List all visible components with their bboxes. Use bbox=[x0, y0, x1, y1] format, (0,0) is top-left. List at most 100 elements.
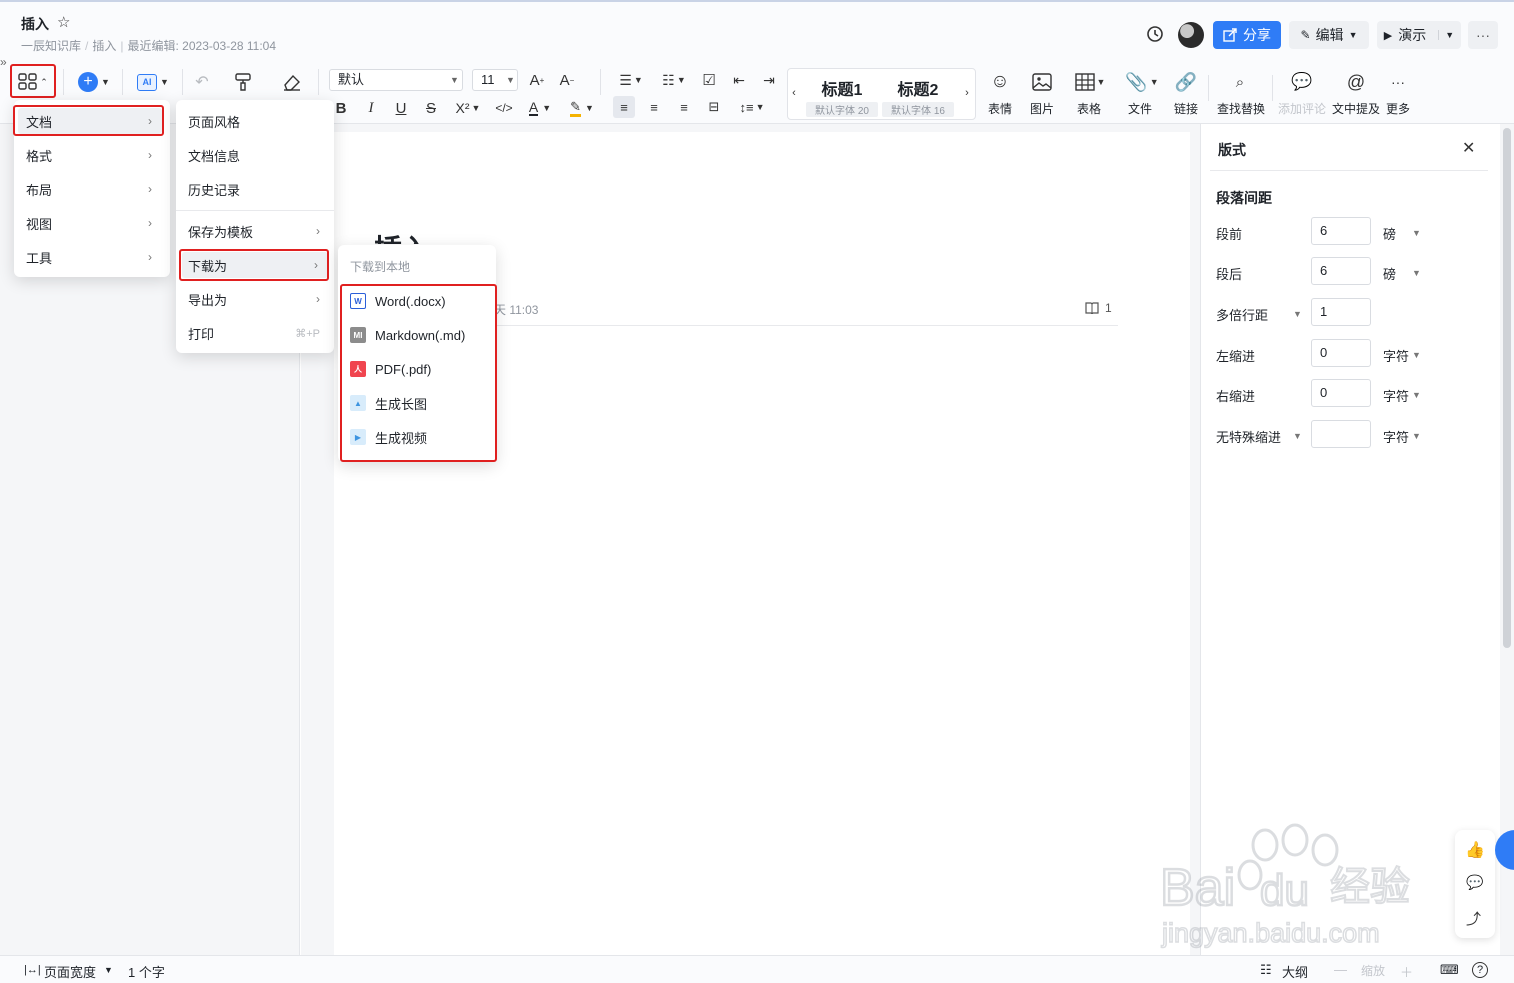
bold-button[interactable]: B bbox=[332, 98, 350, 118]
chevron-down-icon[interactable]: ▼ bbox=[104, 965, 113, 975]
justify-button[interactable]: ⊟ bbox=[703, 96, 725, 118]
chevron-down-icon[interactable]: ▼ bbox=[1412, 268, 1421, 278]
numbered-list-icon[interactable]: ☷ ▼ bbox=[656, 70, 692, 90]
more-label[interactable]: 更多 bbox=[1386, 100, 1410, 117]
table-label[interactable]: 表格 bbox=[1077, 100, 1101, 117]
zoom-out-icon[interactable]: — bbox=[1334, 962, 1347, 977]
chevron-down-icon[interactable]: ▼ bbox=[1412, 390, 1421, 400]
font-family-select[interactable]: 默认 bbox=[329, 69, 463, 91]
share-link-icon[interactable]: ⤴ bbox=[1466, 908, 1481, 929]
chevron-down-icon[interactable]: ▼ bbox=[1412, 350, 1421, 360]
avatar[interactable] bbox=[1178, 22, 1204, 48]
font-color-button[interactable]: A ▼ bbox=[524, 98, 556, 118]
find-replace-icon[interactable]: ⌕ bbox=[1228, 70, 1252, 94]
right-indent-unit[interactable]: 字符 bbox=[1383, 386, 1409, 405]
special-indent-unit[interactable]: 字符 bbox=[1383, 427, 1409, 446]
align-left-button[interactable]: ≡ bbox=[613, 96, 635, 118]
special-indent-label[interactable]: 无特殊缩进 bbox=[1216, 427, 1281, 446]
space-before-input[interactable]: 6 bbox=[1311, 217, 1371, 245]
menu-item-history[interactable]: 历史记录 bbox=[180, 176, 330, 202]
page-width-icon[interactable]: |↔| bbox=[24, 964, 41, 976]
present-button[interactable]: ▶ 演示 ▼ bbox=[1377, 21, 1461, 49]
table-icon[interactable]: ▼ bbox=[1072, 70, 1108, 94]
chevron-left-icon[interactable]: ‹ bbox=[789, 85, 799, 101]
menu-item-doc-info[interactable]: 文档信息 bbox=[180, 142, 330, 168]
menu-item-page-style[interactable]: 页面风格 bbox=[180, 108, 330, 134]
image-label[interactable]: 图片 bbox=[1030, 100, 1054, 117]
superscript-button[interactable]: X² ▼ bbox=[451, 98, 485, 118]
chevron-right-icon[interactable]: › bbox=[962, 85, 972, 101]
heading2-style[interactable]: 标题2 默认字体 16 bbox=[882, 76, 954, 117]
attachment-icon[interactable]: 📎 ▼ bbox=[1124, 70, 1160, 94]
bullet-list-icon[interactable]: ☰ ▼ bbox=[613, 70, 649, 90]
outdent-icon[interactable]: ⇤ bbox=[729, 70, 749, 90]
italic-button[interactable]: I bbox=[362, 98, 380, 118]
format-painter-icon[interactable] bbox=[230, 70, 256, 94]
breadcrumb-doc[interactable]: 插入 bbox=[92, 39, 116, 53]
doc-heading[interactable]: 插入 bbox=[374, 228, 430, 244]
menu-item-save-template[interactable]: 保存为模板 › bbox=[180, 218, 330, 244]
outline-toggle[interactable]: 大纲 bbox=[1282, 962, 1308, 981]
emoji-label[interactable]: 表情 bbox=[988, 100, 1012, 117]
strikethrough-button[interactable]: S bbox=[422, 98, 440, 118]
more-icon[interactable]: ··· bbox=[1386, 70, 1410, 94]
checklist-icon[interactable]: ☑ bbox=[699, 70, 719, 90]
code-button[interactable]: </> bbox=[492, 98, 516, 118]
decrease-font-icon[interactable]: A − bbox=[557, 69, 577, 91]
line-spacing-button[interactable]: ↕≡ ▼ bbox=[735, 96, 769, 118]
space-after-input[interactable]: 6 bbox=[1311, 257, 1371, 285]
chevron-down-icon[interactable]: ▼ bbox=[1293, 309, 1302, 319]
left-indent-unit[interactable]: 字符 bbox=[1383, 346, 1409, 365]
history-icon[interactable] bbox=[1145, 24, 1165, 44]
add-comment-label[interactable]: 添加评论 bbox=[1278, 100, 1326, 117]
zoom-in-icon[interactable]: ＋ bbox=[1400, 962, 1413, 981]
eraser-icon[interactable] bbox=[279, 70, 305, 94]
line-spacing-input[interactable]: 1 bbox=[1311, 298, 1371, 326]
breadcrumb-library[interactable]: 一辰知识库 bbox=[21, 39, 81, 53]
insert-plus-icon[interactable]: + ▼ bbox=[76, 70, 112, 94]
align-right-button[interactable]: ≡ bbox=[673, 96, 695, 118]
image-icon[interactable] bbox=[1030, 70, 1054, 94]
menu-item-print[interactable]: 打印 ⌘+P bbox=[180, 320, 330, 346]
keyboard-icon[interactable]: ⌨ bbox=[1440, 962, 1459, 978]
link-label[interactable]: 链接 bbox=[1174, 100, 1198, 117]
right-indent-input[interactable]: 0 bbox=[1311, 379, 1371, 407]
link-icon[interactable]: 🔗 bbox=[1174, 70, 1198, 94]
outline-icon[interactable]: ☷ bbox=[1260, 962, 1272, 978]
menu-item-tools[interactable]: 工具 › bbox=[18, 244, 162, 270]
menu-item-layout[interactable]: 布局 › bbox=[18, 176, 162, 202]
chevron-down-icon[interactable]: ▼ bbox=[1412, 431, 1421, 441]
file-label[interactable]: 文件 bbox=[1128, 100, 1152, 117]
help-icon[interactable]: ? bbox=[1472, 962, 1488, 978]
align-center-button[interactable]: ≡ bbox=[643, 96, 665, 118]
chevron-down-icon[interactable]: ▼ bbox=[1293, 431, 1302, 441]
indent-icon[interactable]: ⇥ bbox=[759, 70, 779, 90]
share-button[interactable]: 分享 bbox=[1213, 21, 1281, 49]
expand-sidebar-icon[interactable]: » bbox=[0, 55, 7, 69]
increase-font-icon[interactable]: A + bbox=[527, 69, 547, 91]
edit-mode-button[interactable]: ✎ 编辑 ▼ bbox=[1289, 21, 1369, 49]
menu-item-view[interactable]: 视图 › bbox=[18, 210, 162, 236]
undo-icon[interactable]: ↶ bbox=[190, 70, 214, 94]
underline-button[interactable]: U bbox=[392, 98, 410, 118]
chevron-down-icon[interactable]: ▼ bbox=[1412, 228, 1421, 238]
left-indent-input[interactable]: 0 bbox=[1311, 339, 1371, 367]
close-icon[interactable]: ✕ bbox=[1462, 138, 1475, 158]
mention-icon[interactable]: @ bbox=[1344, 70, 1368, 94]
find-replace-label[interactable]: 查找替换 bbox=[1217, 100, 1265, 117]
scrollbar-thumb[interactable] bbox=[1503, 128, 1511, 648]
present-dropdown-icon[interactable]: ▼ bbox=[1438, 30, 1454, 40]
more-options-button[interactable]: ··· bbox=[1468, 21, 1498, 49]
thumbs-up-icon[interactable]: 👍 bbox=[1465, 840, 1485, 860]
mention-label[interactable]: 文中提及 bbox=[1332, 100, 1380, 117]
comment-bubble-icon[interactable]: 💬 bbox=[1466, 874, 1483, 891]
highlight-color-button[interactable]: ✎ ▼ bbox=[564, 98, 600, 118]
menu-item-format[interactable]: 格式 › bbox=[18, 142, 162, 168]
menu-item-export-as[interactable]: 导出为 › bbox=[180, 286, 330, 312]
special-indent-input[interactable] bbox=[1311, 420, 1371, 448]
heading1-style[interactable]: 标题1 默认字体 20 bbox=[806, 76, 878, 117]
page-width-toggle[interactable]: 页面宽度 bbox=[44, 962, 96, 981]
comment-icon[interactable]: 💬 bbox=[1290, 70, 1314, 94]
emoji-icon[interactable]: ☺ bbox=[988, 70, 1012, 94]
ai-assistant-icon[interactable]: AI ▼ bbox=[134, 70, 172, 94]
